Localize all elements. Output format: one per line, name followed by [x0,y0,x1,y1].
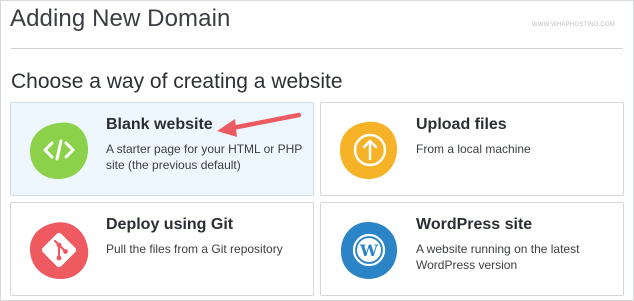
option-card-deploy-git[interactable]: Deploy using Git Pull the files from a G… [10,202,314,296]
option-description: From a local machine [416,142,531,156]
option-title: Deploy using Git [106,216,234,233]
page-title: Adding New Domain [10,5,231,32]
git-icon [24,215,94,285]
option-description: A starter page for your HTML or PHP site… [106,142,303,172]
upload-icon [334,115,404,185]
dialog-frame: Adding New Domain WWW.WHAPHOSTING.COM Ch… [0,0,634,301]
option-title: Upload files [416,116,507,133]
option-description: A website running on the latest WordPres… [416,242,580,272]
option-card-upload-files[interactable]: Upload files From a local machine [320,102,624,196]
option-card-wordpress-site[interactable]: W WordPress site A website running on th… [320,202,624,296]
option-title: Blank website [106,116,213,133]
option-card-blank-website[interactable]: Blank website A starter page for your HT… [10,102,314,196]
section-title: Choose a way of creating a website [11,70,343,93]
svg-text:W: W [359,241,379,260]
option-description: Pull the files from a Git repository [106,242,283,256]
watermark: WWW.WHAPHOSTING.COM [531,22,615,28]
divider [11,48,623,49]
option-title: WordPress site [416,216,533,233]
wordpress-icon: W [334,215,404,285]
code-icon [24,115,94,185]
